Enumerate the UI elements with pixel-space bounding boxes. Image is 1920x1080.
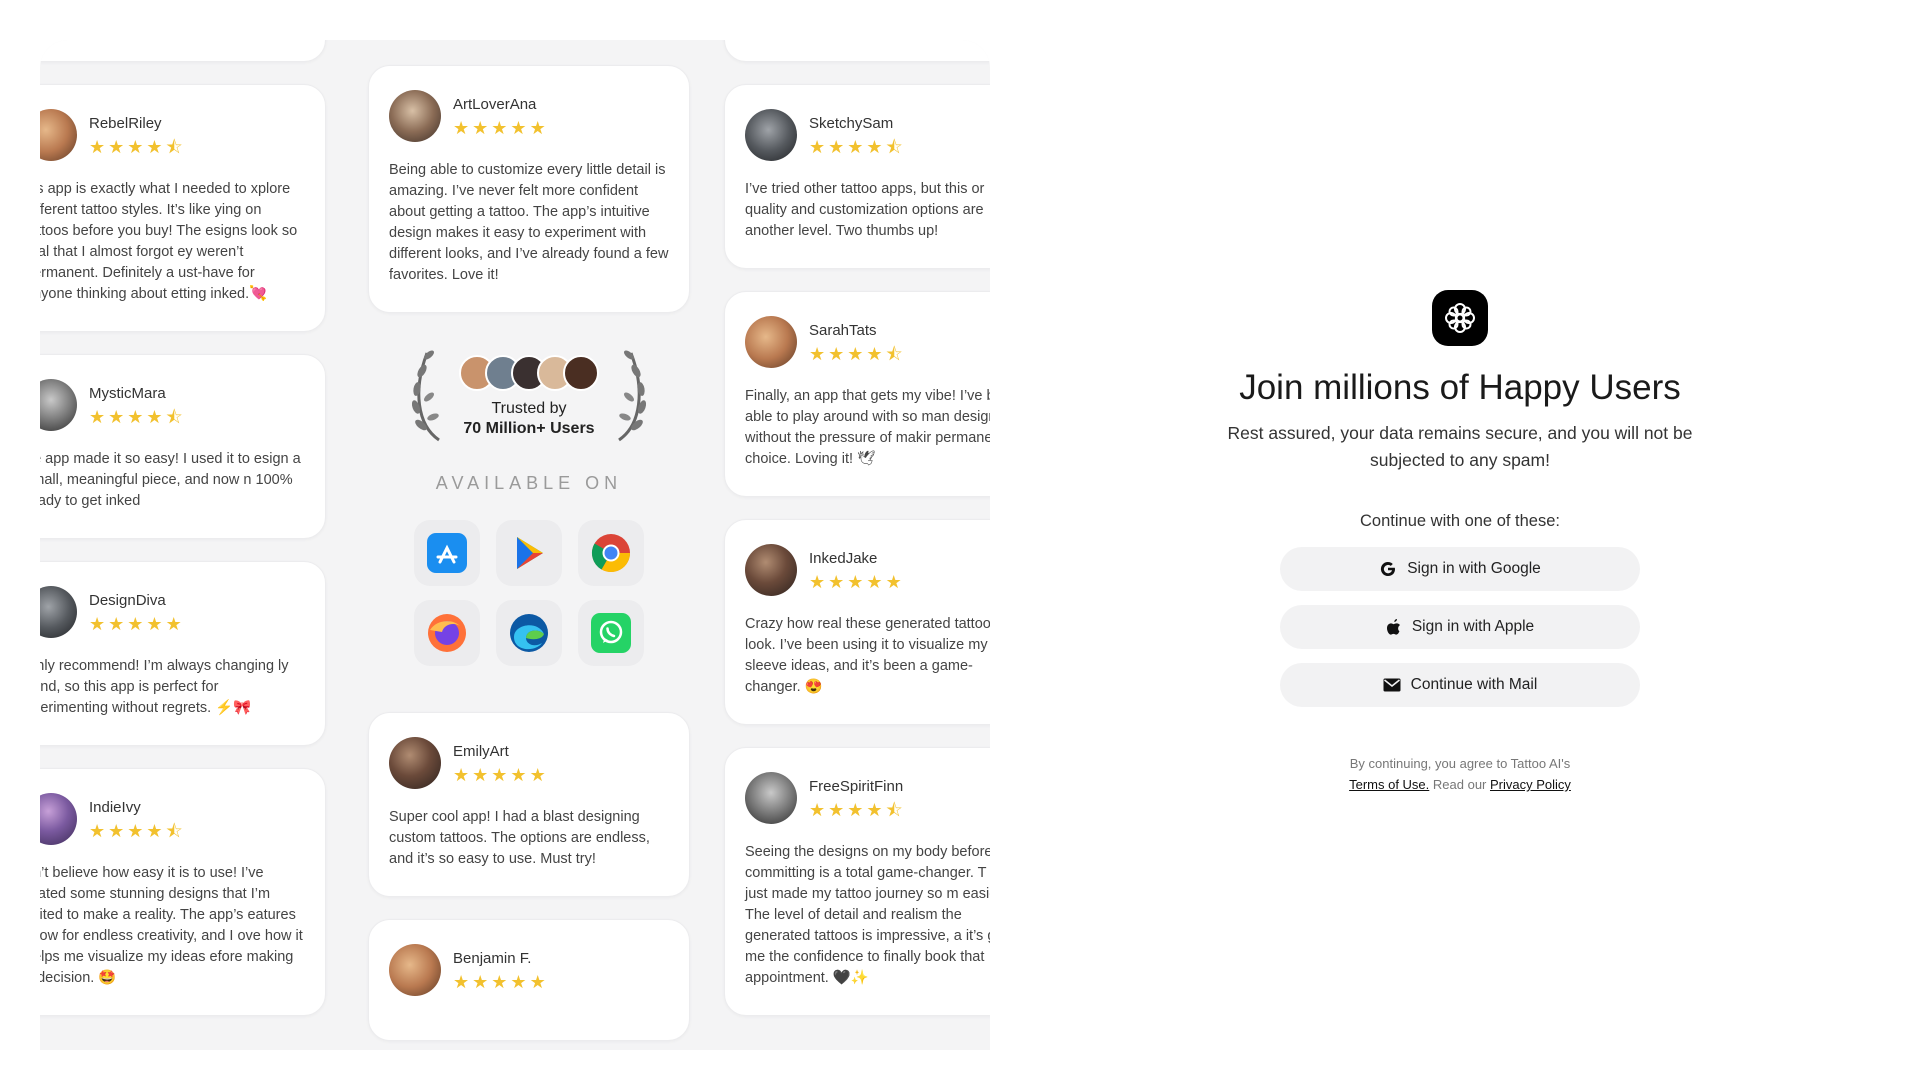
review-text: Super cool app! I had a blast designing … (389, 809, 650, 867)
review-card: InkedJake ★ ★ ★ ★ ★ Crazy how real these gen… (724, 519, 990, 725)
review-card (724, 40, 990, 62)
avatar (40, 793, 77, 845)
google-play-icon[interactable] (496, 520, 562, 586)
reviewer-name: ArtLoverAna (453, 95, 537, 113)
firefox-icon[interactable] (414, 600, 480, 666)
review-text: I’ve tried other tattoo apps, but this o… (745, 181, 985, 239)
store-grid (414, 520, 644, 666)
continue-label: Continue with one of these: (1360, 512, 1560, 530)
reviews-wall: RebelRiley ★ ★ ★ ★ ⯪ his app is exactly what… (40, 40, 990, 1050)
review-text: an’t believe how easy it is to use! I’ve… (40, 865, 303, 986)
review-card: SketchySam ★ ★ ★ ★ ⯪ I’ve tried other tattoo… (724, 84, 990, 269)
whatsapp-icon[interactable] (578, 600, 644, 666)
reviewer-name: EmilyArt (453, 742, 509, 760)
rating-stars: ★ ★ ★ ★ ★ (453, 117, 546, 138)
review-text: his app is exactly what I needed to xplo… (40, 181, 298, 302)
legal-notice: By continuing, you agree to Tattoo AI's … (1160, 753, 1760, 795)
reviews-column-1: RebelRiley ★ ★ ★ ★ ⯪ his app is exactly what… (40, 40, 326, 1016)
review-card: DesignDiva ★ ★ ★ ★ ★ ighly recommend! I’m al… (40, 561, 326, 746)
google-signin-button[interactable]: Sign in with Google (1280, 547, 1640, 591)
review-card: Benjamin F. ★ ★ ★ ★ ★ (368, 919, 690, 1041)
apple-signin-label: Sign in with Apple (1411, 618, 1535, 635)
review-card: ArtLoverAna ★ ★ ★ ★ ★ Being able to customiz… (368, 65, 690, 313)
rating-stars: ★ ★ ★ ★ ★ (453, 971, 546, 992)
review-text: Finally, an app that gets my vibe! I’ve … (745, 388, 990, 467)
review-text: he app made it so easy! I used it to esi… (40, 451, 301, 509)
signin-panel: Join millions of Happy Users Rest assure… (1160, 290, 1760, 795)
review-text: Crazy how real these generated tattoo lo… (745, 616, 990, 695)
avatar (40, 109, 77, 161)
review-card: RebelRiley ★ ★ ★ ★ ⯪ his app is exactly what… (40, 84, 326, 332)
reviewer-name: DesignDiva (89, 591, 166, 609)
rating-stars: ★ ★ ★ ★ ⯪ (809, 136, 903, 157)
rating-stars: ★ ★ ★ ★ ⯪ (89, 406, 183, 427)
review-card (40, 40, 326, 62)
avatar (389, 737, 441, 789)
laurel-icon (618, 350, 647, 442)
flower-logo-icon (1445, 303, 1475, 333)
app-logo (1432, 290, 1488, 346)
reviews-column-2: ArtLoverAna ★ ★ ★ ★ ★ Being able to customiz… (368, 65, 690, 1041)
apple-icon (1386, 619, 1400, 635)
reviewer-name: Benjamin F. (453, 949, 532, 967)
reviewer-name: SarahTats (809, 321, 877, 339)
rating-stars: ★ ★ ★ ★ ⯪ (89, 136, 183, 157)
user-avatars (459, 355, 599, 391)
review-text: ighly recommend! I’m always changing ly … (40, 658, 289, 716)
rating-stars: ★ ★ ★ ★ ★ (453, 764, 546, 785)
reviewer-name: FreeSpiritFinn (809, 777, 904, 795)
avatar (389, 90, 441, 142)
review-card: EmilyArt ★ ★ ★ ★ ★ Super cool app! I had a b… (368, 712, 690, 897)
google-icon (1381, 562, 1396, 577)
chrome-icon[interactable] (578, 520, 644, 586)
privacy-link[interactable]: Privacy Policy (1490, 777, 1571, 792)
legal-prefix: By continuing, you agree to Tattoo AI's (1349, 756, 1571, 771)
avatar (745, 544, 797, 596)
rating-stars: ★ ★ ★ ★ ⯪ (809, 343, 903, 364)
review-text: Being able to customize every little det… (389, 162, 669, 283)
avatar (40, 586, 77, 638)
legal-mid: Read our (1429, 777, 1490, 792)
rating-stars: ★ ★ ★ ★ ⯪ (89, 820, 183, 841)
reviewer-name: IndieIvy (89, 798, 141, 816)
avatar (745, 316, 797, 368)
mail-signin-label: Continue with Mail (1410, 676, 1538, 693)
terms-link[interactable]: Terms of Use. (1349, 777, 1429, 792)
trust-block: Trusted by 70 Million+ Users AVAILABLE O… (368, 335, 690, 690)
review-text: Seeing the designs on my body before com… (745, 844, 990, 986)
avatar (745, 109, 797, 161)
review-card: FreeSpiritFinn ★ ★ ★ ★ ⯪ Seeing the designs … (724, 747, 990, 1016)
app-store-icon[interactable] (414, 520, 480, 586)
avatar (389, 944, 441, 996)
mail-signin-button[interactable]: Continue with Mail (1280, 663, 1640, 707)
review-card: MysticMara ★★★★⯪ he app made it so easy!… (40, 354, 326, 539)
rating-stars: ★ ★ ★ ★ ★ (809, 571, 902, 592)
page-subtitle: Rest assured, your data remains secure, … (1227, 423, 1693, 470)
rating-stars: ★ ★ ★ ★ ★ (89, 613, 182, 634)
available-on-label: AVAILABLE ON (435, 473, 623, 493)
page-title: Join millions of Happy Users (1239, 368, 1681, 407)
edge-icon[interactable] (496, 600, 562, 666)
reviewer-name: SketchySam (809, 114, 894, 132)
mail-icon (1383, 678, 1401, 692)
review-card: IndieIvy ★★★★⯪ an’t believe how easy it … (40, 768, 326, 1016)
reviewer-name: RebelRiley (89, 114, 162, 132)
apple-signin-button[interactable]: Sign in with Apple (1280, 605, 1640, 649)
rating-stars: ★ ★ ★ ★ ⯪ (809, 799, 903, 820)
google-signin-label: Sign in with Google (1407, 560, 1541, 577)
reviewer-name: MysticMara (89, 384, 166, 402)
reviewer-name: InkedJake (809, 549, 878, 567)
laurel-wreath: Trusted by 70 Million+ Users (409, 345, 649, 445)
reviews-column-3: SketchySam ★ ★ ★ ★ ⯪ I’ve tried other tattoo… (724, 40, 990, 1016)
avatar (745, 772, 797, 824)
avatar (40, 379, 77, 431)
review-card: SarahTats ★ ★ ★ ★ ⯪ Finally, an app that get… (724, 291, 990, 497)
